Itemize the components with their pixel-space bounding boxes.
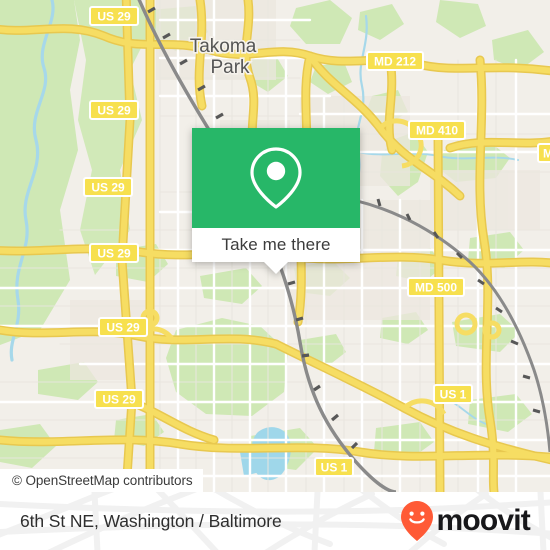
shield-us29-2: US 29 bbox=[89, 100, 139, 120]
moovit-map-screen: .rd-major{stroke:#f6dd63;stroke-linecap:… bbox=[0, 0, 550, 550]
shield-us29-3: US 29 bbox=[83, 177, 133, 197]
map-pin-icon bbox=[250, 147, 302, 209]
svg-text:US 29: US 29 bbox=[97, 104, 131, 118]
svg-text:US 29: US 29 bbox=[106, 321, 140, 335]
svg-text:US 1: US 1 bbox=[321, 461, 348, 475]
place-name-label: 6th St NE, Washington / Baltimore bbox=[20, 510, 282, 531]
svg-text:MD 212: MD 212 bbox=[374, 55, 416, 69]
svg-text:US 1: US 1 bbox=[440, 388, 467, 402]
bottom-bar: 6th St NE, Washington / Baltimore moovit bbox=[0, 492, 550, 550]
take-me-there-label: Take me there bbox=[221, 235, 331, 254]
shield-md410: MD 410 bbox=[408, 120, 466, 140]
place-label-line2: Park bbox=[210, 57, 250, 78]
shield-us1-1: US 1 bbox=[433, 384, 473, 404]
svg-text:US 29: US 29 bbox=[97, 10, 131, 24]
moovit-wordmark: moovit bbox=[436, 504, 530, 537]
shield-partial-right: M bbox=[537, 143, 550, 163]
shield-us29-6: US 29 bbox=[94, 389, 144, 409]
shield-us29-5: US 29 bbox=[98, 317, 148, 337]
place-label-line1: Takoma bbox=[190, 36, 257, 57]
map-attribution[interactable]: © OpenStreetMap contributors bbox=[0, 469, 203, 492]
svg-text:MD 500: MD 500 bbox=[415, 281, 457, 295]
svg-text:US 29: US 29 bbox=[91, 181, 125, 195]
svg-text:US 29: US 29 bbox=[97, 247, 131, 261]
attribution-text: © OpenStreetMap contributors bbox=[12, 473, 193, 488]
callout-action-bar[interactable]: Take me there bbox=[192, 228, 360, 262]
shield-md212: MD 212 bbox=[366, 51, 424, 71]
callout-pointer bbox=[264, 262, 288, 274]
moovit-smiley-pin-icon bbox=[401, 501, 434, 541]
svg-text:MD 410: MD 410 bbox=[416, 124, 458, 138]
svg-text:M: M bbox=[543, 147, 550, 161]
svg-text:US 29: US 29 bbox=[102, 393, 136, 407]
moovit-logo: moovit bbox=[400, 500, 531, 542]
destination-callout-card[interactable]: Take me there bbox=[192, 128, 360, 274]
callout-icon-panel bbox=[192, 128, 360, 228]
shield-us29-1: US 29 bbox=[89, 6, 139, 26]
shield-md500: MD 500 bbox=[407, 277, 465, 297]
shield-us29-4: US 29 bbox=[89, 243, 139, 263]
shield-us1-2: US 1 bbox=[314, 457, 354, 477]
